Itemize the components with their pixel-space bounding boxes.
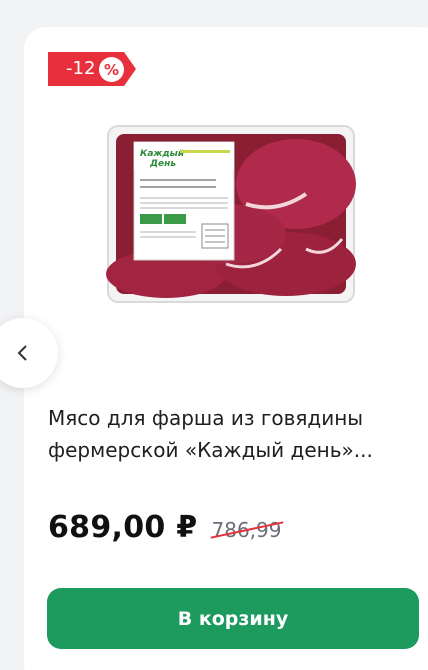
discount-value: -12 [66, 58, 96, 79]
product-title[interactable]: Мясо для фарша из говядины фермерской «К… [48, 402, 408, 466]
percent-icon: % [99, 57, 124, 82]
chevron-left-icon [17, 345, 27, 361]
discount-badge: -12 [48, 52, 138, 86]
price-row: 689,00 ₽ 786,99 [48, 510, 283, 545]
svg-text:Каждый: Каждый [140, 149, 185, 159]
old-price: 786,99 [210, 518, 283, 542]
product-image[interactable]: Каждый День [106, 124, 356, 304]
svg-text:День: День [149, 159, 176, 169]
meat-package-illustration: Каждый День [106, 125, 356, 303]
current-price: 689,00 ₽ [48, 510, 198, 545]
add-to-cart-button[interactable]: В корзину [47, 588, 419, 649]
